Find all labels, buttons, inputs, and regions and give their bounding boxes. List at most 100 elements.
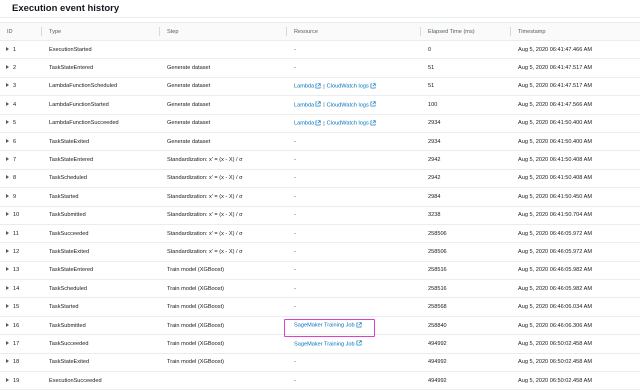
cell-type: TaskStarted [42, 187, 160, 207]
expand-caret-icon[interactable] [6, 267, 9, 272]
cell-elapsed-time: 494992 [421, 371, 511, 390]
expand-caret-icon[interactable] [6, 377, 9, 382]
cell-id[interactable]: 3 [0, 77, 42, 97]
table-row[interactable]: 19 ExecutionSucceeded - 494992 Aug 5, 2020 0… [0, 371, 640, 390]
expand-caret-icon[interactable] [6, 83, 9, 88]
table-row[interactable]: 17 TaskSucceeded Train model (XGBoost) Sage… [0, 334, 640, 354]
resource-empty: - [294, 138, 296, 145]
table-row[interactable]: 11 TaskSucceeded Standardization: x' = (x … [0, 224, 640, 244]
table-row[interactable]: 18 TaskStateExited Train model (XGBoost) - 4… [0, 353, 640, 373]
expand-caret-icon[interactable] [6, 193, 9, 198]
expand-caret-icon[interactable] [6, 212, 9, 217]
cell-step: Generate dataset [160, 114, 287, 133]
cell-id[interactable]: 1 [0, 40, 42, 60]
column-header-elapsed-time[interactable]: Elapsed Time (ms) [421, 22, 511, 41]
table-row[interactable]: 13 TaskStateEntered Train model (XGBoost) -… [0, 261, 640, 281]
table-row[interactable]: 12 TaskStateExited Standardization: x' = (… [0, 242, 640, 262]
cell-id[interactable]: 14 [0, 279, 42, 299]
sagemaker-training-job-link[interactable]: SageMaker Training Job [294, 341, 355, 347]
lambda-link[interactable]: Lambda [294, 102, 314, 108]
expand-caret-icon[interactable] [6, 359, 9, 364]
cell-timestamp: Aug 5, 2020 06:41:50.408 AM [511, 150, 640, 170]
expand-caret-icon[interactable] [6, 175, 9, 180]
cloudwatch-logs-link[interactable]: CloudWatch logs [327, 121, 369, 127]
cell-timestamp: Aug 5, 2020 06:41:50.450 AM [511, 187, 640, 207]
table-row[interactable]: 1 ExecutionStarted - 0 Aug 5, 2020 06:41:47.… [0, 40, 640, 60]
expand-caret-icon[interactable] [6, 230, 9, 235]
event-id: 3 [13, 83, 17, 90]
cloudwatch-logs-link[interactable]: CloudWatch logs [327, 102, 369, 108]
table-row[interactable]: 3 LambdaFunctionScheduled Generate dataset… [0, 77, 640, 97]
cell-id[interactable]: 17 [0, 334, 42, 354]
event-id: 2 [13, 65, 17, 72]
cell-id[interactable]: 9 [0, 187, 42, 207]
event-id: 8 [13, 175, 17, 182]
cell-timestamp: Aug 5, 2020 06:41:47.517 AM [511, 77, 640, 97]
link-separator: | [323, 83, 325, 90]
table-row[interactable]: 15 TaskStarted Train model (XGBoost) - 25856… [0, 297, 640, 317]
cell-id[interactable]: 15 [0, 297, 42, 317]
table-row[interactable]: 7 TaskStateEntered Standardization: x' = (… [0, 150, 640, 170]
cell-id[interactable]: 2 [0, 58, 42, 78]
expand-caret-icon[interactable] [6, 304, 9, 309]
expand-caret-icon[interactable] [6, 249, 9, 253]
external-link-icon [370, 83, 376, 89]
expand-caret-icon[interactable] [6, 157, 9, 162]
expand-caret-icon[interactable] [6, 120, 9, 125]
cell-elapsed-time: 2984 [421, 187, 511, 207]
table-row[interactable]: 14 TaskScheduled Train model (XGBoost) - 258… [0, 279, 640, 299]
column-header-resource[interactable]: Resource [287, 22, 421, 41]
expand-caret-icon[interactable] [6, 138, 9, 143]
table-row[interactable]: 2 TaskStateEntered Generate dataset - 51 Aug … [0, 58, 640, 78]
cell-id[interactable]: 16 [0, 316, 42, 336]
cell-id[interactable]: 7 [0, 150, 42, 170]
column-header-label: Type [49, 28, 62, 35]
cell-id[interactable]: 19 [0, 371, 42, 390]
expand-caret-icon[interactable] [6, 46, 9, 51]
cell-step: Generate dataset [160, 77, 287, 97]
expand-caret-icon[interactable] [6, 101, 9, 106]
link-separator: | [323, 102, 325, 109]
cell-type: TaskSucceeded [42, 224, 160, 244]
resource-empty: - [294, 193, 296, 200]
cell-id[interactable]: 18 [0, 353, 42, 373]
table-row[interactable]: 4 LambdaFunctionStarted Generate dataset La… [0, 95, 640, 115]
cell-elapsed-time: 258516 [421, 279, 511, 299]
event-id: 5 [13, 120, 17, 127]
column-header-type[interactable]: Type [42, 22, 160, 41]
table-row[interactable]: 6 TaskStateExited Generate dataset - 2934 Aug… [0, 132, 640, 152]
cell-id[interactable]: 8 [0, 169, 42, 189]
cell-timestamp: Aug 5, 2020 06:41:47.517 AM [511, 58, 640, 78]
event-id: 16 [13, 322, 20, 329]
cell-resource: - [287, 132, 421, 152]
expand-caret-icon[interactable] [6, 340, 9, 345]
column-header-step[interactable]: Step [160, 22, 287, 41]
cell-id[interactable]: 4 [0, 95, 42, 115]
cell-timestamp: Aug 5, 2020 06:41:50.400 AM [511, 114, 640, 133]
cell-id[interactable]: 11 [0, 224, 42, 244]
expand-caret-icon[interactable] [6, 65, 9, 70]
cell-id[interactable]: 5 [0, 114, 42, 133]
cell-id[interactable]: 6 [0, 132, 42, 152]
table-row[interactable]: 10 TaskSubmitted Standardization: x' = (x … [0, 206, 640, 225]
expand-caret-icon[interactable] [6, 322, 9, 327]
resource-empty: - [294, 230, 296, 237]
lambda-link[interactable]: Lambda [294, 121, 314, 127]
column-header-timestamp[interactable]: Timestamp [511, 22, 640, 41]
table-row[interactable]: 8 TaskScheduled Standardization: x' = (x -… [0, 169, 640, 189]
external-link-icon [356, 340, 362, 346]
cell-id[interactable]: 13 [0, 261, 42, 281]
cell-id[interactable]: 12 [0, 242, 42, 262]
cell-resource: Lambda | CloudWatch logs [287, 95, 421, 115]
table-row[interactable]: 5 LambdaFunctionSucceeded Generate dataset… [0, 114, 640, 133]
lambda-link[interactable]: Lambda [294, 84, 314, 90]
cell-step: Generate dataset [160, 58, 287, 78]
cell-step: Train model (XGBoost) [160, 316, 287, 336]
expand-caret-icon[interactable] [6, 285, 9, 290]
cloudwatch-logs-link[interactable]: CloudWatch logs [327, 84, 369, 90]
cell-elapsed-time: 0 [421, 40, 511, 60]
column-header-id[interactable]: ID [0, 22, 42, 41]
cell-timestamp: Aug 5, 2020 06:46:05.982 AM [511, 279, 640, 299]
table-row[interactable]: 9 TaskStarted Standardization: x' = (x - X… [0, 187, 640, 207]
cell-id[interactable]: 10 [0, 206, 42, 225]
